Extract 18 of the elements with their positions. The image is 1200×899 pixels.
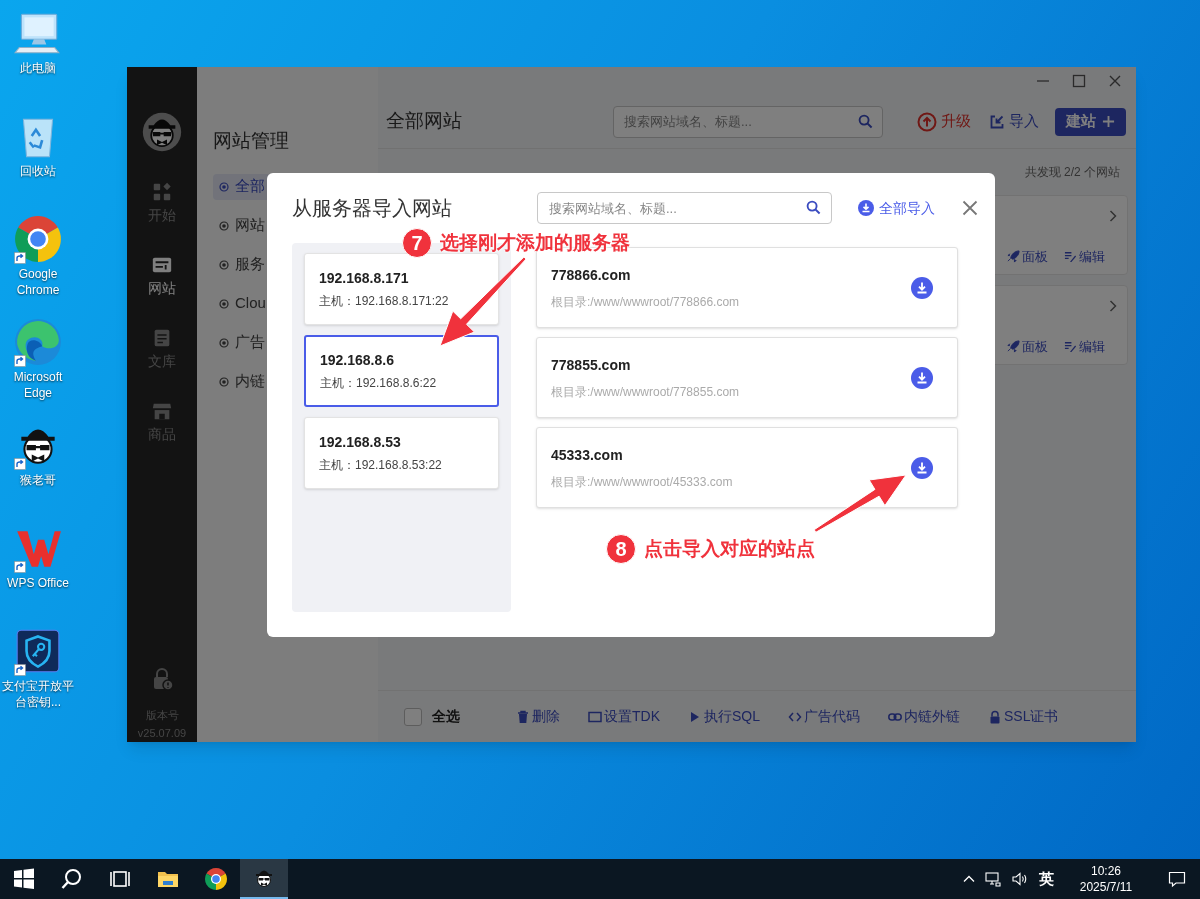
site-domain: 778855.com bbox=[551, 356, 632, 373]
server-name: 192.168.8.53 bbox=[319, 434, 402, 450]
dialog-title: 从服务器导入网站 bbox=[292, 196, 453, 221]
page-title: 全部网站 bbox=[386, 109, 463, 134]
sidebar-title: 网站管理 bbox=[213, 129, 290, 153]
site-domain: 45333.com bbox=[551, 446, 624, 463]
result-count: 共发现 2/2 个网站 bbox=[1024, 164, 1120, 181]
server-host: 主机：192.168.8.171:22 bbox=[319, 294, 450, 308]
site-domain: 778866.com bbox=[551, 266, 632, 283]
site-root-path: 根目录:/www/wwwroot/778855.com bbox=[551, 384, 741, 399]
site-root-path: 根目录:/www/wwwroot/778866.com bbox=[551, 294, 741, 309]
server-host: 主机：192.168.8.6:22 bbox=[320, 376, 438, 390]
site-root-path: 根目录:/www/wwwroot/45333.com bbox=[551, 474, 734, 489]
server-name: 192.168.8.171 bbox=[319, 270, 410, 286]
server-name: 192.168.8.6 bbox=[320, 352, 395, 368]
server-host: 主机：192.168.8.53:22 bbox=[319, 458, 443, 472]
annotation-text: 点击导入对应的站点 bbox=[644, 536, 815, 561]
annotation-text: 选择刚才添加的服务器 bbox=[440, 230, 630, 255]
